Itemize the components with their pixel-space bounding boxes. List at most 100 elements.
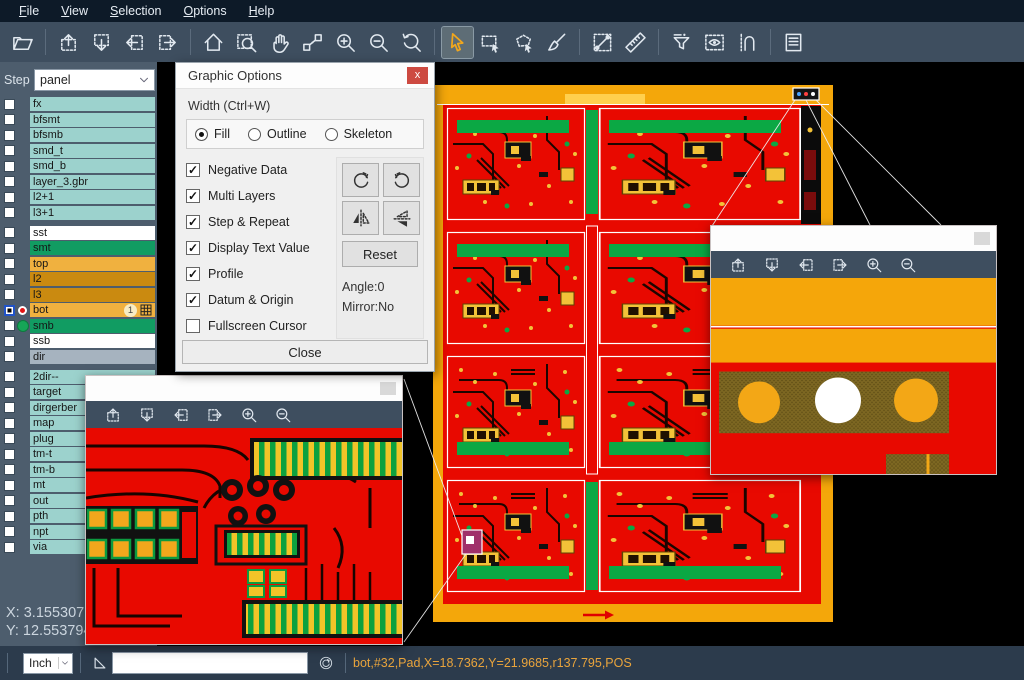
layer-visibility-checkbox[interactable] [4,387,15,398]
layer-visibility-checkbox[interactable] [4,336,15,347]
grid-icon[interactable] [140,304,152,316]
rect-select-icon[interactable] [475,27,506,58]
checkbox-multi-layers[interactable]: ✓Multi Layers [186,183,336,209]
layer-name[interactable]: l3 [30,288,155,302]
pan-up-icon[interactable] [726,253,750,277]
menu-selection[interactable]: Selection [99,0,172,22]
close-button[interactable]: Close [182,340,428,364]
pan-right-icon[interactable] [828,253,852,277]
layer-visibility-checkbox[interactable] [4,449,15,460]
layer-visibility-checkbox[interactable] [4,464,15,475]
layer-visibility-checkbox[interactable] [4,526,15,537]
layer-name[interactable]: l2+1 [30,190,155,204]
unit-select[interactable]: Inch [23,653,73,674]
layer-name[interactable]: fx [30,97,155,111]
menu-file[interactable]: File [8,0,50,22]
layer-visibility-checkbox[interactable] [4,243,15,254]
pan-right-icon[interactable] [203,403,227,427]
layer-row-sst[interactable]: sst [0,226,157,240]
checkbox-step-repeat[interactable]: ✓Step & Repeat [186,209,336,235]
layer-visibility-checkbox[interactable] [4,176,15,187]
flip-vertical-button[interactable] [383,201,420,235]
layer-name[interactable]: dir [30,350,155,364]
layer-visibility-checkbox[interactable] [4,207,15,218]
layer-visibility-checkbox[interactable] [4,480,15,491]
layer-row-smt[interactable]: smt [0,241,157,255]
inspect-eye-icon[interactable] [699,27,730,58]
pan-down-icon[interactable] [135,403,159,427]
pan-left-icon[interactable] [794,253,818,277]
layer-visibility-checkbox[interactable] [4,351,15,362]
select-arrow-icon[interactable] [442,27,473,58]
layer-name[interactable]: smt [30,241,155,255]
layer-row-fx[interactable]: fx [0,97,157,111]
layer-row-bfsmb[interactable]: bfsmb [0,128,157,142]
layer-name[interactable]: smd_b [30,159,155,173]
layer-visibility-checkbox[interactable] [4,371,15,382]
layer-visibility-checkbox[interactable] [4,433,15,444]
layer-visibility-checkbox[interactable] [4,145,15,156]
layer-name[interactable]: bot1 [30,303,155,317]
layer-row-l2+1[interactable]: l2+1 [0,190,157,204]
menu-help[interactable]: Help [238,0,286,22]
layer-row-bfsmt[interactable]: bfsmt [0,113,157,127]
layer-row-smb[interactable]: smb [0,319,157,333]
node-link-icon[interactable] [297,27,328,58]
pan-down-icon[interactable] [760,253,784,277]
flip-horizontal-button[interactable] [342,201,379,235]
layer-visibility-checkbox[interactable] [4,542,15,553]
layer-name[interactable]: bfsmt [30,113,155,127]
layer-visibility-checkbox[interactable] [4,418,15,429]
home-view-icon[interactable] [198,27,229,58]
layer-visibility-checkbox[interactable] [4,114,15,125]
layer-name[interactable]: l3+1 [30,206,155,220]
measure-distance-icon[interactable] [587,27,618,58]
layer-visibility-checkbox[interactable] [4,320,15,331]
layer-row-l3+1[interactable]: l3+1 [0,206,157,220]
checkbox-profile[interactable]: ✓Profile [186,261,336,287]
layer-visibility-checkbox[interactable] [4,130,15,141]
pan-right-icon[interactable] [152,27,183,58]
refresh-icon[interactable] [314,651,338,675]
zoom-out-icon[interactable] [271,403,295,427]
layer-visibility-checkbox[interactable] [4,192,15,203]
checkbox-datum-origin[interactable]: ✓Datum & Origin [186,287,336,313]
layer-visibility-checkbox[interactable] [4,161,15,172]
snap-trace-icon[interactable] [732,27,763,58]
magnifier-2-view[interactable] [711,278,996,474]
layer-visibility-checkbox[interactable] [4,227,15,238]
layer-visibility-checkbox[interactable] [4,99,15,110]
layer-visibility-checkbox[interactable] [4,402,15,413]
layer-name[interactable]: l2 [30,272,155,286]
radio-skeleton[interactable]: Skeleton [325,127,393,141]
layer-visibility-checkbox[interactable] [4,258,15,269]
report-icon[interactable] [778,27,809,58]
zoom-out-icon[interactable] [363,27,394,58]
close-icon[interactable]: x [407,67,428,84]
corner-snap-icon[interactable] [88,652,112,674]
dialog-titlebar[interactable]: Graphic Options x [176,63,434,89]
filter-icon[interactable] [666,27,697,58]
menu-view[interactable]: View [50,0,99,22]
layer-row-dir[interactable]: dir [0,350,157,364]
layer-row-smd_t[interactable]: smd_t [0,144,157,158]
layer-row-l3[interactable]: l3 [0,288,157,302]
radio-fill[interactable]: Fill [195,127,230,141]
menu-options[interactable]: Options [172,0,237,22]
zoom-region-icon[interactable] [231,27,262,58]
magnifier-1-window-button[interactable] [380,382,396,395]
pan-left-icon[interactable] [119,27,150,58]
pan-up-icon[interactable] [53,27,84,58]
magnifier-window-2[interactable] [710,225,997,475]
checkbox-fullscreen-cursor[interactable]: Fullscreen Cursor [186,313,336,339]
ruler-icon[interactable] [620,27,651,58]
rotate-ccw-button[interactable] [383,163,420,197]
layer-name[interactable]: top [30,257,155,271]
open-folder-icon[interactable] [7,27,38,58]
command-input[interactable] [112,652,308,674]
layer-name[interactable]: ssb [30,334,155,348]
layer-visibility-checkbox[interactable] [4,274,15,285]
poly-select-icon[interactable] [508,27,539,58]
reset-button[interactable]: Reset [342,241,418,267]
layer-visibility-checkbox[interactable] [4,305,15,316]
